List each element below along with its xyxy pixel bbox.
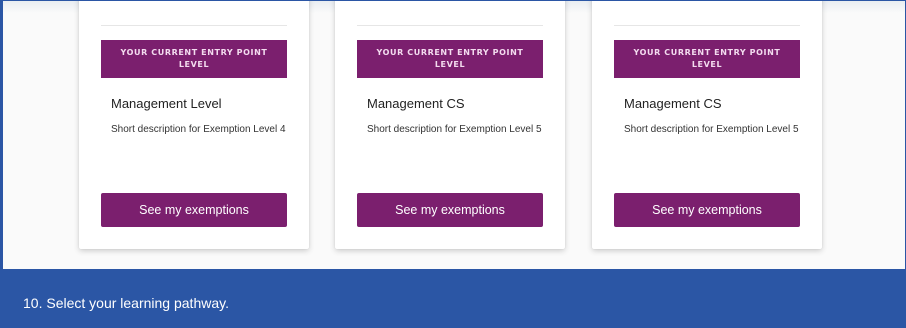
step-caption: 10. Select your learning pathway. [23, 295, 229, 311]
screenshot-frame: YOUR CURRENT ENTRY POINT LEVEL Managemen… [0, 0, 906, 328]
card-description: Short description for Exemption Level 5 [624, 124, 799, 135]
exemption-card: YOUR CURRENT ENTRY POINT LEVEL Managemen… [79, 1, 309, 249]
card-title: Management CS [624, 96, 722, 111]
card-description: Short description for Exemption Level 5 [367, 124, 542, 135]
see-my-exemptions-button[interactable]: See my exemptions [614, 193, 800, 227]
card-divider [614, 25, 800, 26]
entry-point-badge: YOUR CURRENT ENTRY POINT LEVEL [101, 40, 287, 78]
exemption-card: YOUR CURRENT ENTRY POINT LEVEL Managemen… [592, 1, 822, 249]
card-description: Short description for Exemption Level 4 [111, 124, 286, 135]
card-title: Management Level [111, 96, 222, 111]
see-my-exemptions-button[interactable]: See my exemptions [357, 193, 543, 227]
see-my-exemptions-button[interactable]: See my exemptions [101, 193, 287, 227]
card-title: Management CS [367, 96, 465, 111]
entry-point-badge: YOUR CURRENT ENTRY POINT LEVEL [357, 40, 543, 78]
screenshot-content: YOUR CURRENT ENTRY POINT LEVEL Managemen… [3, 1, 905, 269]
exemption-card: YOUR CURRENT ENTRY POINT LEVEL Managemen… [335, 1, 565, 249]
card-divider [357, 25, 543, 26]
entry-point-badge: YOUR CURRENT ENTRY POINT LEVEL [614, 40, 800, 78]
card-divider [101, 25, 287, 26]
